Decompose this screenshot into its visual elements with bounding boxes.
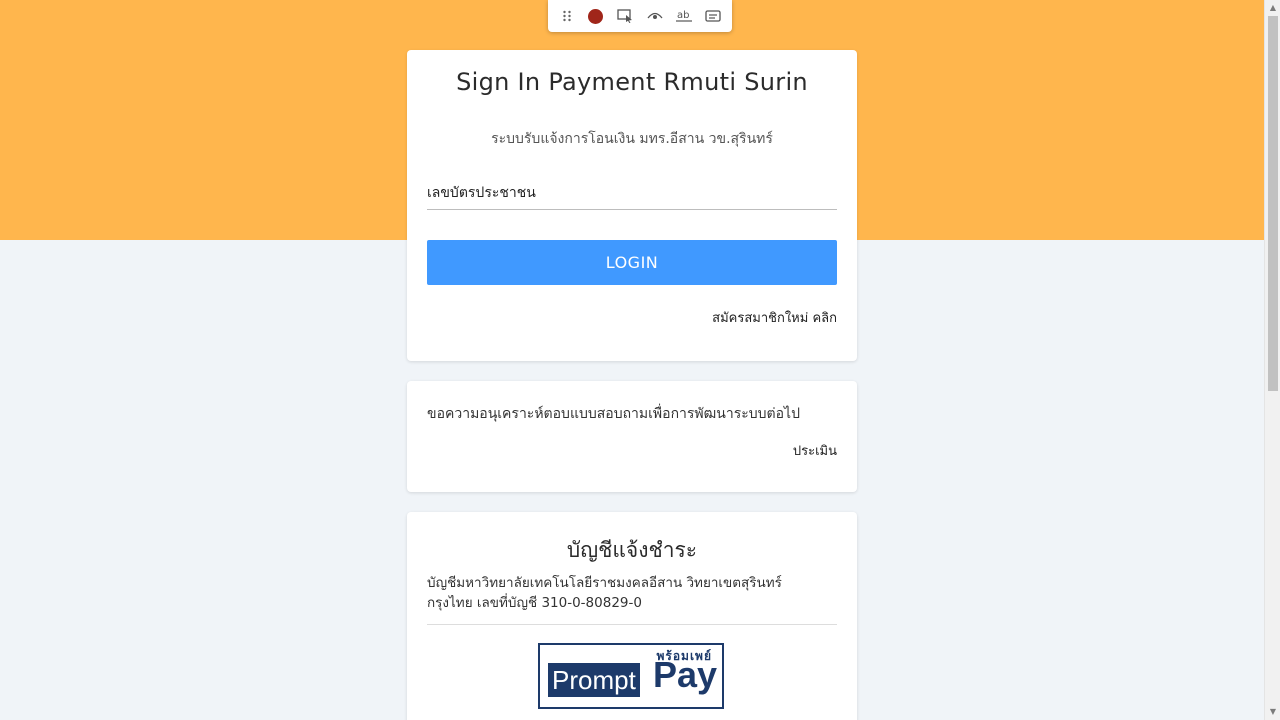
scrollbar-thumb[interactable]: [1268, 16, 1278, 391]
id-card-input[interactable]: [427, 176, 837, 210]
scrollbar[interactable]: ▲ ▼: [1264, 0, 1280, 720]
caption-icon[interactable]: [701, 4, 725, 28]
svg-text:ab: ab: [677, 10, 689, 21]
account-card: บัญชีแจ้งชำระ บัญชีมหาวิทยาลัยเทคโนโลยีร…: [407, 512, 857, 720]
survey-card: ขอความอนุเคราะห์ตอบแบบสอบถามเพื่อการพัฒน…: [407, 381, 857, 492]
login-card: Sign In Payment Rmuti Surin ระบบรับแจ้งก…: [407, 50, 857, 361]
promptpay-pay-text: Pay: [653, 654, 718, 695]
drag-handle-icon[interactable]: [555, 4, 579, 28]
text-icon[interactable]: ab: [672, 4, 696, 28]
eye-icon[interactable]: [643, 4, 667, 28]
page-title: Sign In Payment Rmuti Surin: [456, 68, 808, 96]
evaluate-link[interactable]: ประเมิน: [793, 440, 837, 461]
divider: [427, 624, 837, 625]
login-button[interactable]: LOGIN: [427, 240, 837, 285]
survey-text: ขอความอนุเคราะห์ตอบแบบสอบถามเพื่อการพัฒน…: [427, 406, 800, 422]
promptpay-prompt-text: Prompt: [548, 663, 640, 697]
promptpay-logo: พร้อมเพย์ Prompt Pay: [538, 643, 724, 709]
scroll-up-icon[interactable]: ▲: [1265, 0, 1280, 16]
account-title: บัญชีแจ้งชำระ: [566, 538, 698, 562]
record-icon[interactable]: [584, 4, 608, 28]
account-number: กรุงไทย เลขที่บัญชี 310-0-80829-0: [427, 595, 642, 611]
login-subtitle: ระบบรับแจ้งการโอนเงิน มทร.อีสาน วข.สุริน…: [491, 131, 773, 147]
scroll-down-icon[interactable]: ▼: [1265, 704, 1280, 720]
select-element-icon[interactable]: [613, 4, 637, 28]
register-link[interactable]: สมัครสมาชิกใหม่ คลิก: [712, 307, 837, 328]
account-name: บัญชีมหาวิทยาลัยเทคโนโลยีราชมงคลอีสาน วิ…: [427, 575, 782, 591]
floating-toolbar: ab: [548, 0, 732, 32]
